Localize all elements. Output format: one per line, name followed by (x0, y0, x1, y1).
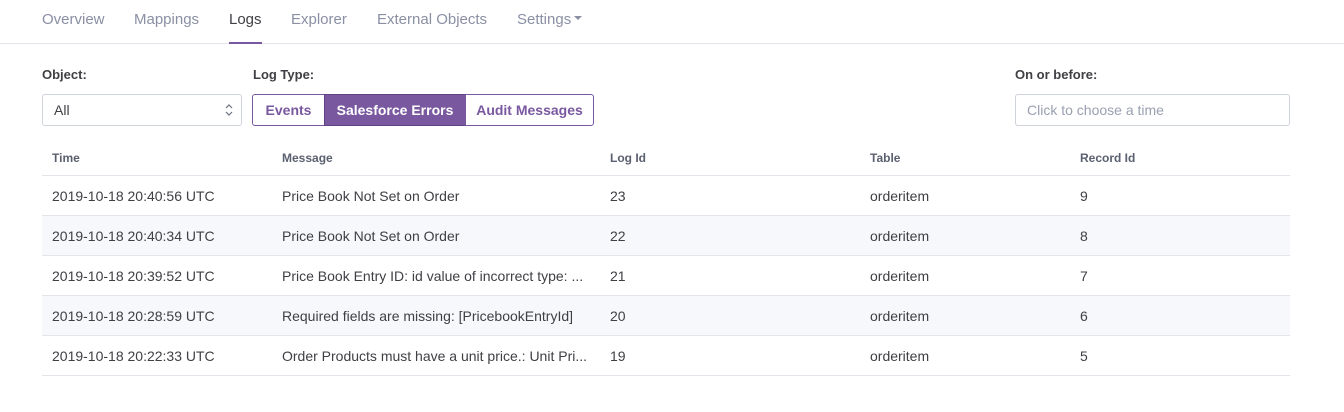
cell-time: 2019-10-18 20:28:59 UTC (52, 308, 215, 324)
cell-message: Price Book Not Set on Order (282, 188, 460, 204)
cell-table: orderitem (870, 228, 930, 244)
select-arrows-icon (225, 104, 233, 116)
cell-table: orderitem (870, 348, 930, 364)
table-row[interactable]: 2019-10-18 20:28:59 UTC Required fields … (42, 296, 1290, 336)
caret-down-icon (574, 16, 583, 21)
cell-record-id: 8 (1080, 228, 1088, 244)
date-picker-input[interactable] (1015, 94, 1290, 126)
cell-record-id: 6 (1080, 308, 1088, 324)
tab-explorer[interactable]: Explorer (291, 11, 347, 28)
column-header-time: Time (52, 151, 80, 165)
log-type-salesforce-errors-button[interactable]: Salesforce Errors (324, 94, 466, 126)
cell-record-id: 9 (1080, 188, 1088, 204)
date-label: On or before: (1015, 67, 1098, 82)
log-type-audit-messages-button[interactable]: Audit Messages (465, 94, 594, 126)
tab-settings[interactable]: Settings (517, 11, 583, 28)
cell-log-id: 19 (610, 348, 626, 364)
object-label: Object: (42, 67, 87, 82)
table-row[interactable]: 2019-10-18 20:40:34 UTC Price Book Not S… (42, 216, 1290, 256)
column-header-message: Message (282, 151, 333, 165)
cell-time: 2019-10-18 20:40:56 UTC (52, 188, 215, 204)
tab-external-objects[interactable]: External Objects (377, 11, 487, 28)
tab-logs[interactable]: Logs (229, 11, 262, 44)
cell-message: Order Products must have a unit price.: … (282, 348, 588, 364)
table-row[interactable]: 2019-10-18 20:40:56 UTC Price Book Not S… (42, 176, 1290, 216)
column-header-table: Table (870, 151, 901, 165)
tab-mappings[interactable]: Mappings (134, 11, 199, 28)
cell-table: orderitem (870, 188, 930, 204)
cell-log-id: 20 (610, 308, 626, 324)
cell-message: Price Book Entry ID: id value of incorre… (282, 268, 584, 284)
column-header-record-id: Record Id (1080, 151, 1136, 165)
cell-message: Required fields are missing: [PricebookE… (282, 308, 574, 324)
cell-table: orderitem (870, 308, 930, 324)
column-header-log-id: Log Id (610, 151, 646, 165)
object-select-value: All (54, 102, 70, 118)
nav-tabs: Overview Mappings Logs Explorer External… (0, 0, 1344, 44)
cell-time: 2019-10-18 20:39:52 UTC (52, 268, 215, 284)
cell-record-id: 5 (1080, 348, 1088, 364)
cell-time: 2019-10-18 20:40:34 UTC (52, 228, 215, 244)
log-type-label: Log Type: (253, 67, 315, 82)
object-select[interactable]: All (42, 94, 242, 126)
cell-table: orderitem (870, 268, 930, 284)
table-body: 2019-10-18 20:40:56 UTC Price Book Not S… (42, 176, 1290, 376)
logs-table: Time Message Log Id Table Record Id 2019… (42, 142, 1290, 376)
cell-log-id: 22 (610, 228, 626, 244)
cell-time: 2019-10-18 20:22:33 UTC (52, 348, 215, 364)
table-row[interactable]: 2019-10-18 20:22:33 UTC Order Products m… (42, 336, 1290, 376)
table-row[interactable]: 2019-10-18 20:39:52 UTC Price Book Entry… (42, 256, 1290, 296)
cell-log-id: 21 (610, 268, 626, 284)
cell-message: Price Book Not Set on Order (282, 228, 460, 244)
table-header: Time Message Log Id Table Record Id (42, 142, 1290, 176)
tab-settings-label: Settings (517, 11, 572, 28)
tab-overview[interactable]: Overview (42, 11, 105, 28)
log-type-events-button[interactable]: Events (252, 94, 325, 126)
cell-log-id: 23 (610, 188, 626, 204)
cell-record-id: 7 (1080, 268, 1088, 284)
